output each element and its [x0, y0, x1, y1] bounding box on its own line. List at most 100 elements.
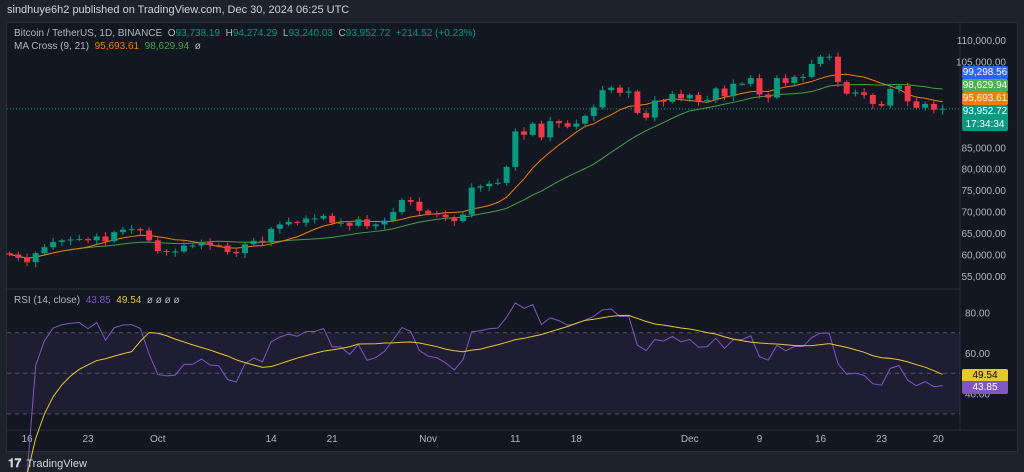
rsi-value: 43.85 [85, 295, 111, 306]
candle-body [233, 251, 240, 254]
ma-fast-value: 95,693.61 [94, 41, 140, 52]
last-price: 93,952.72 [962, 106, 1008, 117]
candle-body [268, 228, 275, 243]
candle-body [189, 245, 196, 247]
time-axis-label: 23 [82, 434, 94, 445]
candle-body [896, 85, 902, 89]
candle-body [695, 94, 702, 101]
candle-body [486, 183, 493, 187]
candle-body [58, 240, 65, 243]
candle-body [704, 100, 711, 102]
candle-body [6, 253, 13, 255]
candle-body [372, 224, 379, 227]
price-tag-ma-fast: 95,693.61 [962, 92, 1008, 105]
candle-body [730, 83, 737, 97]
candle-body [887, 88, 894, 106]
price-axis-label: 70,000.00 [962, 208, 1007, 219]
candle-body [41, 247, 48, 254]
candle-body [311, 218, 318, 220]
candle-body [939, 108, 946, 110]
chart-legend: Bitcoin / TetherUS, 1D, BINANCE O93,738.… [14, 27, 476, 53]
candle-body [102, 236, 109, 242]
candle-body [582, 115, 589, 124]
price-tag-ma-slow: 98,629.94 [962, 79, 1008, 92]
rsi-ma-value: 49.54 [116, 295, 142, 306]
price-axis-label: 75,000.00 [962, 186, 1007, 197]
candle-body [137, 229, 144, 231]
candle-body [163, 251, 170, 253]
tradingview-logo-icon[interactable]: 𝟏𝟕 [8, 456, 21, 471]
candle-body [564, 123, 571, 127]
candle-body [468, 187, 475, 215]
time-axis-label: 16 [815, 434, 827, 445]
candle-body [843, 82, 850, 94]
candle-body [215, 245, 222, 247]
candle-body [172, 251, 179, 253]
ma-extra: ø [194, 41, 201, 52]
change-value: +214.52 (+0.23%) [395, 28, 476, 39]
candle-body [407, 200, 414, 202]
price-axis-label: 60,000.00 [962, 251, 1007, 262]
candle-body [616, 87, 623, 93]
candle-body [119, 229, 126, 233]
low-value: 93,240.03 [288, 28, 333, 39]
candle-body [320, 215, 327, 219]
ma-slow-value: 98,629.94 [144, 41, 190, 52]
price-axis-label: 85,000.00 [962, 143, 1007, 154]
candle-body [460, 214, 466, 222]
rsi-axis-label: 80.00 [965, 308, 990, 319]
candle-body [242, 244, 248, 254]
candle-body [85, 239, 92, 241]
candle-body [651, 100, 658, 118]
rsi-extra: ø ø ø ø [146, 295, 180, 306]
candle-body [643, 112, 650, 118]
time-axis-label: 21 [327, 434, 339, 445]
rsi-title[interactable]: RSI (14, close) [14, 295, 80, 306]
candle-body [625, 91, 632, 93]
chart-canvas[interactable]: 110,000.00105,000.0090,000.0085,000.0080… [0, 0, 1024, 472]
candle-body [180, 245, 187, 252]
symbol-title[interactable]: Bitcoin / TetherUS, 1D, BINANCE [14, 28, 162, 39]
candle-body [678, 94, 684, 99]
candle-body [32, 253, 39, 263]
price-axis-label: 110,000.00 [957, 36, 1007, 47]
candle-body [303, 218, 310, 223]
open-value: 93,738.19 [175, 28, 221, 39]
price-axis-label: 80,000.00 [962, 165, 1007, 176]
candle-body [433, 213, 440, 215]
candle-body [773, 78, 780, 98]
high-label: H [225, 28, 233, 39]
candle-body [529, 123, 536, 135]
time-axis-label: 14 [266, 434, 278, 445]
price-axis-label: 65,000.00 [962, 229, 1007, 240]
time-axis-label: 11 [510, 434, 521, 445]
time-axis-label: Nov [419, 434, 437, 445]
candle-body [337, 222, 344, 224]
rsi-tag: 43.85 [962, 381, 1008, 394]
open-label: O [167, 28, 176, 39]
candle-body [904, 85, 911, 102]
rsi-legend: RSI (14, close) 43.85 49.54 ø ø ø ø [14, 295, 180, 306]
candle-body [146, 230, 153, 241]
candle-body [826, 56, 833, 58]
candle-body [930, 103, 937, 110]
candle-body [50, 242, 57, 248]
candle-body [364, 219, 371, 227]
candle-body [276, 224, 283, 229]
candle-body [608, 87, 615, 91]
candle-body [503, 166, 510, 183]
high-value: 94,274.29 [232, 28, 278, 39]
candle-body [739, 83, 746, 85]
candle-body [346, 222, 353, 226]
candle-body [590, 107, 597, 116]
candle-body [154, 240, 161, 252]
footer: 𝟏𝟕 TradingView [8, 456, 87, 471]
candle-body [765, 94, 772, 98]
time-axis-label: Dec [681, 434, 699, 445]
time-axis-label: 20 [933, 434, 945, 445]
candle-body [861, 92, 868, 95]
brand-name[interactable]: TradingView [26, 458, 87, 470]
ma-title[interactable]: MA Cross (9, 21) [14, 41, 89, 52]
time-axis-label: Oct [150, 434, 166, 445]
candle-body [76, 239, 83, 241]
